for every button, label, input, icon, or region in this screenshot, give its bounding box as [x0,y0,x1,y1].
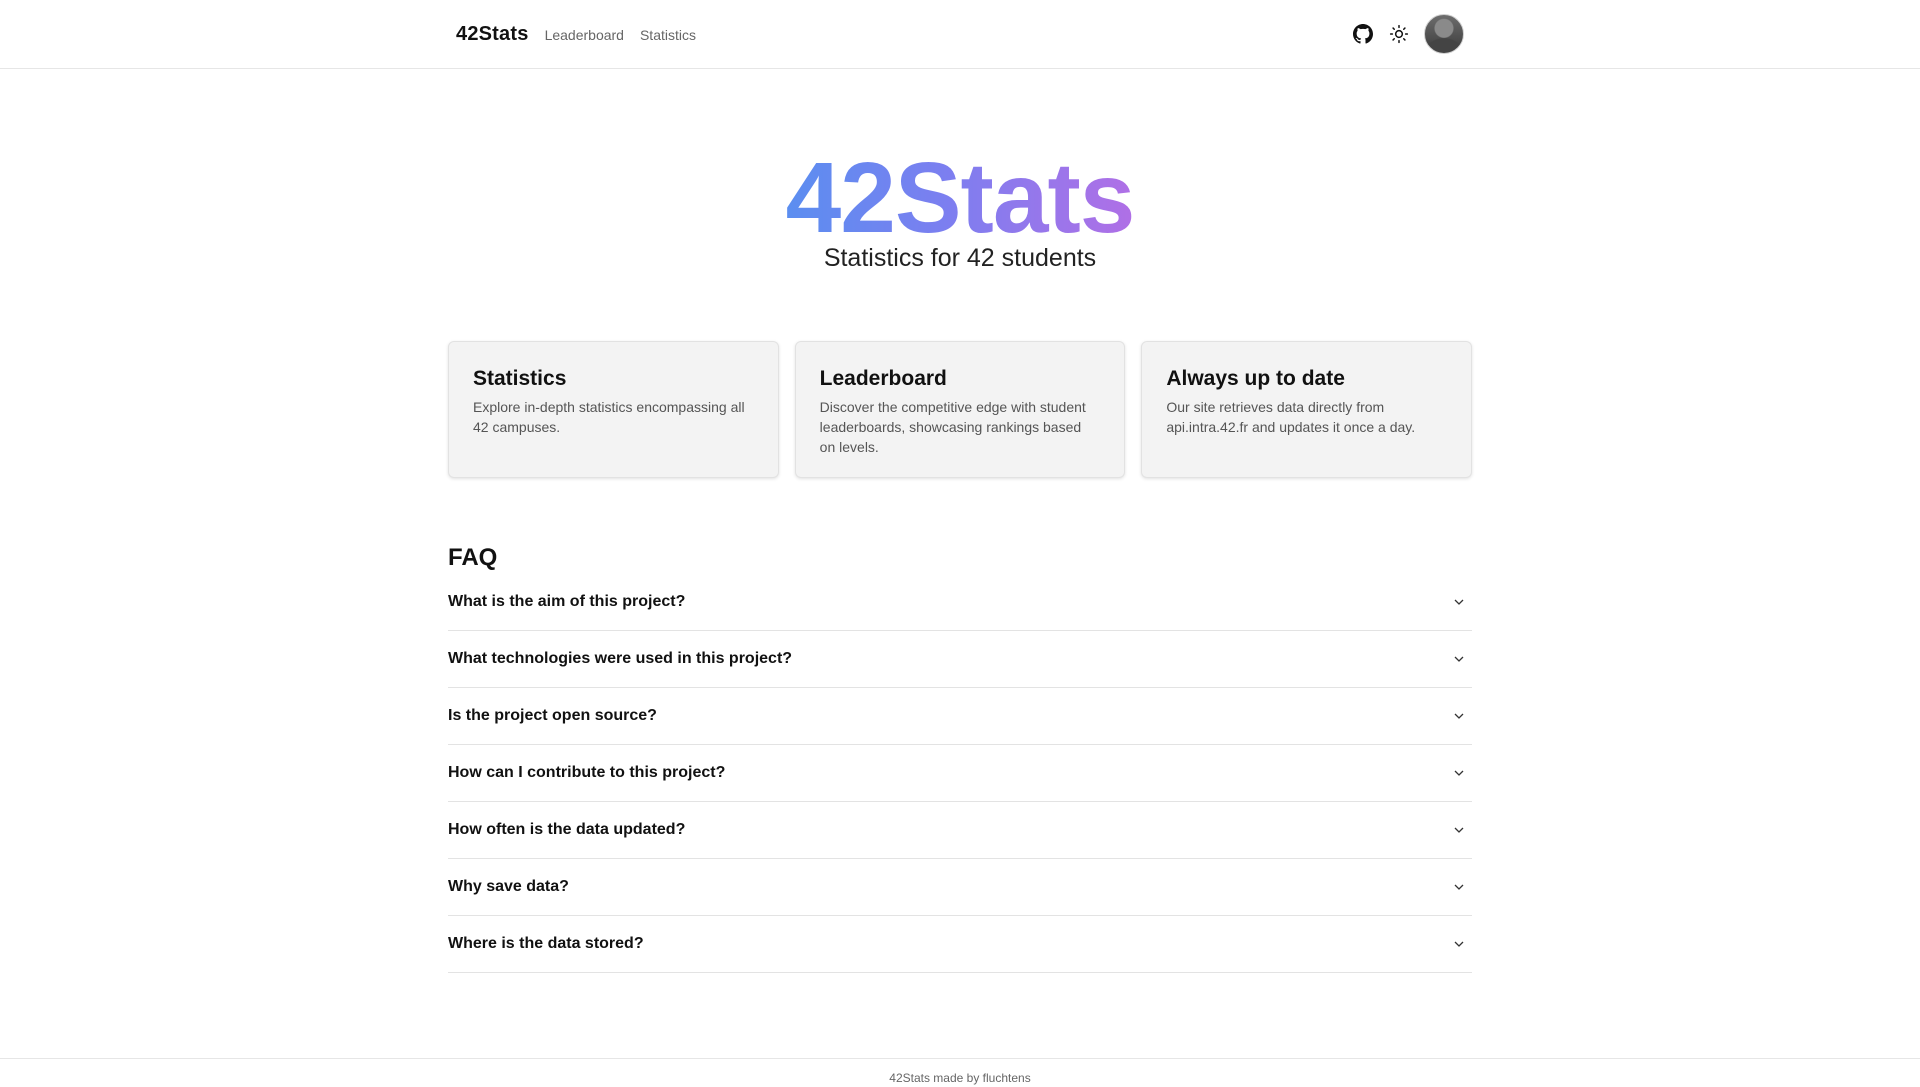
faq-section: FAQ What is the aim of this project? Wha… [448,540,1472,973]
footer-text: 42Stats made by fluchtens [889,1071,1031,1085]
hero-subtitle: Statistics for 42 students [823,244,1097,272]
feature-card-leaderboard: Leaderboard Discover the competitive edg… [794,341,1126,478]
hero-title-text: 42Stats [785,142,1136,254]
nav-link-leaderboard[interactable]: Leaderboard [545,27,624,43]
faq-question: What technologies were used in this proj… [448,650,793,667]
faq-item[interactable]: Is the project open source? [448,688,1472,745]
hero-title: 42Stats [0,138,1920,258]
faq-item[interactable]: What is the aim of this project? [448,574,1472,631]
chevron-down-icon [1452,595,1466,609]
brand-link[interactable]: 42Stats [456,23,529,46]
github-icon[interactable] [1352,23,1374,45]
site-header: 42Stats Leaderboard Statistics [0,0,1920,69]
faq-question: How can I contribute to this project? [448,764,726,781]
chevron-down-icon [1452,937,1466,951]
chevron-down-icon [1452,709,1466,723]
chevron-down-icon [1452,823,1466,837]
faq-question: What is the aim of this project? [448,593,686,610]
card-text: Discover the competitive edge with stude… [819,399,1086,455]
card-text: Our site retrieves data directly from ap… [1166,399,1416,435]
faq-item[interactable]: Why save data? [448,859,1472,916]
faq-item[interactable]: How often is the data updated? [448,802,1472,859]
faq-question: Where is the data stored? [448,935,644,952]
faq-item[interactable]: What technologies were used in this proj… [448,631,1472,688]
avatar[interactable] [1424,14,1464,54]
faq-title: FAQ [448,544,498,571]
faq-question: How often is the data updated? [448,821,686,838]
faq-item[interactable]: Where is the data stored? [448,916,1472,973]
faq-item[interactable]: How can I contribute to this project? [448,745,1472,802]
nav-link-statistics[interactable]: Statistics [640,27,696,43]
faq-question: Why save data? [448,878,569,895]
faq-question: Is the project open source? [448,707,657,724]
card-title: Leaderboard [819,367,947,390]
brand-nav: 42Stats Leaderboard Statistics [456,23,696,46]
card-title: Always up to date [1166,367,1345,390]
chevron-down-icon [1452,652,1466,666]
card-title: Statistics [473,367,567,390]
feature-card-statistics: Statistics Explore in-depth statistics e… [448,341,779,478]
site-footer: 42Stats made by fluchtens [0,1058,1920,1085]
card-text: Explore in-depth statistics encompassing… [473,399,745,435]
header-actions [1352,14,1464,54]
sun-icon[interactable] [1388,23,1410,45]
feature-card-up-to-date: Always up to date Our site retrieves dat… [1141,341,1473,478]
feature-cards: Statistics Explore in-depth statistics e… [448,341,1473,478]
header-inner: 42Stats Leaderboard Statistics [448,0,1472,68]
chevron-down-icon [1452,766,1466,780]
chevron-down-icon [1452,880,1466,894]
